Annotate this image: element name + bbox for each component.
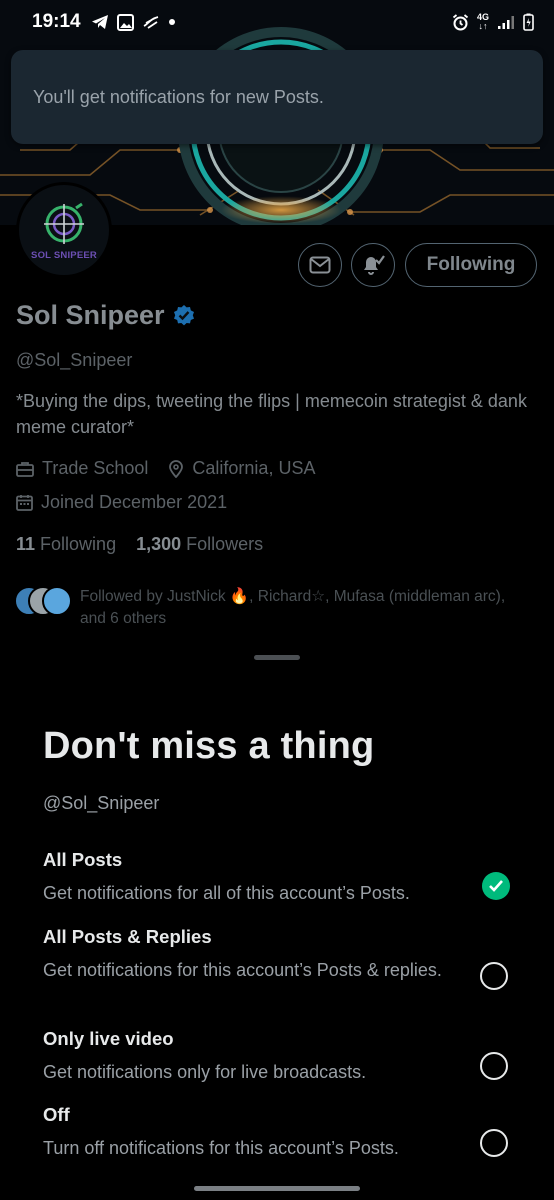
profile-bio: *Buying the dips, tweeting the flips | m… bbox=[16, 391, 527, 437]
option-off[interactable]: Off Turn off notifications for this acco… bbox=[43, 1104, 523, 1161]
option-all-posts-replies[interactable]: All Posts & Replies Get notifications fo… bbox=[43, 926, 523, 983]
status-bar: 19:14 4G ↓↑ bbox=[0, 0, 554, 44]
profile-location: California, USA bbox=[192, 458, 316, 478]
profile-meta-row: Trade School California, USA bbox=[16, 458, 315, 479]
followers-count-link[interactable]: 1,300 Followers bbox=[136, 534, 263, 555]
option-title: Only live video bbox=[43, 1028, 174, 1049]
message-button[interactable] bbox=[298, 243, 342, 287]
crosshair-logo-icon bbox=[44, 202, 84, 244]
app-notification-icon bbox=[143, 16, 158, 29]
option-description: Get notifications for all of this accoun… bbox=[43, 883, 410, 903]
profile-joined: Joined December 2021 bbox=[41, 492, 228, 512]
status-time: 19:14 bbox=[32, 11, 81, 32]
battery-icon bbox=[523, 13, 534, 31]
sheet-handle: @Sol_Snipeer bbox=[43, 793, 160, 813]
followed-by-text: Followed by JustNick 🔥, Richard☆, Mufasa… bbox=[80, 588, 506, 627]
radio-all-posts-replies[interactable] bbox=[480, 962, 508, 990]
bell-check-icon bbox=[364, 255, 385, 275]
profile-category: Trade School bbox=[42, 458, 149, 478]
telegram-icon bbox=[91, 15, 108, 29]
display-name: Sol Snipeer bbox=[16, 300, 196, 331]
following-button[interactable]: Following bbox=[405, 243, 537, 287]
radio-only-live-video[interactable] bbox=[480, 1052, 508, 1080]
option-title: Off bbox=[43, 1104, 70, 1125]
notification-settings-sheet: Don't miss a thing @Sol_Snipeer All Post… bbox=[0, 643, 554, 1200]
sheet-grab-handle[interactable] bbox=[254, 655, 300, 660]
checkmark-icon bbox=[489, 880, 503, 892]
alarm-icon bbox=[452, 13, 469, 30]
display-name-text: Sol Snipeer bbox=[16, 300, 165, 330]
option-title: All Posts bbox=[43, 849, 123, 870]
option-title: All Posts & Replies bbox=[43, 926, 212, 947]
option-description: Get notifications only for live broadcas… bbox=[43, 1062, 367, 1082]
avatar[interactable]: SOL SNIPEER bbox=[16, 182, 112, 278]
follower-avatar bbox=[42, 586, 72, 616]
notifications-button[interactable] bbox=[351, 243, 395, 287]
signal-icon bbox=[498, 15, 514, 29]
gallery-icon bbox=[116, 13, 134, 31]
toast-notification: You'll get notifications for new Posts. bbox=[11, 50, 543, 144]
sheet-title: Don't miss a thing bbox=[43, 725, 375, 767]
profile-handle: @Sol_Snipeer bbox=[16, 350, 133, 370]
toast-message: You'll get notifications for new Posts. bbox=[33, 86, 324, 107]
envelope-icon bbox=[309, 256, 331, 274]
option-description: Turn off notifications for this account’… bbox=[43, 1138, 399, 1158]
avatar-logo-text: SOL SNIPEER bbox=[31, 249, 97, 261]
option-only-live-video[interactable]: Only live video Get notifications only f… bbox=[43, 1028, 523, 1085]
verified-badge-icon[interactable] bbox=[172, 304, 196, 328]
network-type: 4G ↓↑ bbox=[476, 12, 489, 31]
calendar-icon bbox=[16, 495, 33, 511]
home-indicator[interactable] bbox=[194, 1186, 360, 1191]
following-count-link[interactable]: 11 Following bbox=[16, 534, 116, 555]
followed-by-row[interactable]: Followed by JustNick 🔥, Richard☆, Mufasa… bbox=[14, 586, 534, 630]
more-dot-icon bbox=[168, 19, 175, 25]
radio-off[interactable] bbox=[480, 1129, 508, 1157]
option-description: Get notifications for this account’s Pos… bbox=[43, 960, 442, 980]
radio-all-posts-selected[interactable] bbox=[482, 872, 510, 900]
briefcase-icon bbox=[16, 461, 34, 477]
followed-by-avatars bbox=[14, 586, 80, 620]
follow-counts: 11 Following 1,300 Followers bbox=[16, 534, 263, 555]
option-all-posts[interactable]: All Posts Get notifications for all of t… bbox=[43, 849, 523, 906]
profile-joined-row: Joined December 2021 bbox=[16, 492, 227, 513]
location-pin-icon bbox=[169, 459, 184, 478]
